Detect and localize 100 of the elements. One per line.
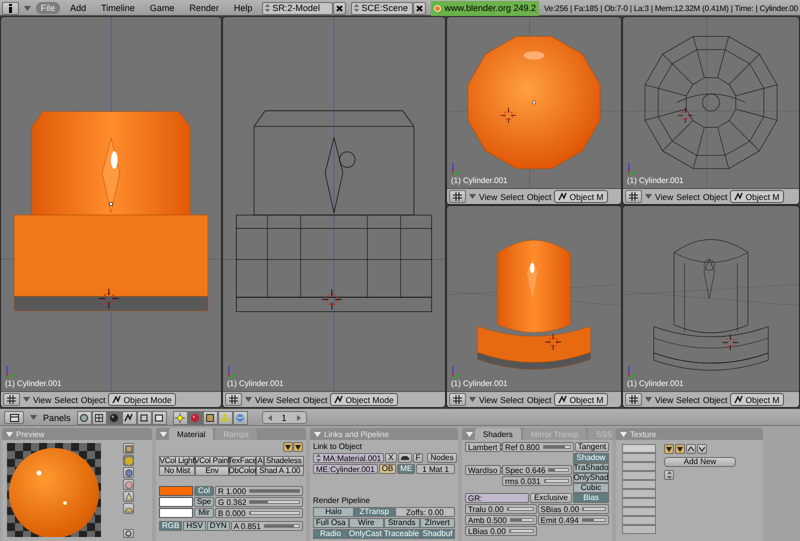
lamp-drawing[interactable] xyxy=(477,240,591,370)
context-tab[interactable] xyxy=(76,410,92,424)
preview-shape-button[interactable] xyxy=(123,491,134,502)
menu-item[interactable]: Add xyxy=(65,2,92,14)
collapse-icon[interactable] xyxy=(466,432,473,436)
material-option-button[interactable]: Env xyxy=(195,466,229,476)
preview-shape-button[interactable] xyxy=(123,443,134,454)
material-option-button[interactable]: Shadeless xyxy=(264,456,304,466)
color-mode-tab[interactable]: RGB xyxy=(159,521,182,531)
specular-dropdown[interactable]: WardIso xyxy=(465,465,501,475)
menu-item[interactable]: View xyxy=(255,394,274,404)
material-option-button[interactable]: TexFace xyxy=(229,456,256,466)
shader-slider[interactable]: LBias 0.00 xyxy=(465,526,536,536)
delete-button[interactable] xyxy=(413,2,426,14)
collapse-icon[interactable] xyxy=(160,432,167,436)
diffuse-dropdown[interactable]: Lambert xyxy=(465,442,501,452)
color-channel-button[interactable]: Mir xyxy=(194,508,214,518)
editor-type-button[interactable] xyxy=(4,411,24,424)
menu-item[interactable]: Select xyxy=(500,192,524,202)
arrow-button[interactable] xyxy=(283,442,293,452)
context-tab[interactable] xyxy=(122,410,137,424)
nodes-button[interactable]: Nodes xyxy=(427,453,457,463)
color-mode-tab[interactable]: HSV xyxy=(183,521,206,531)
mode-dropdown[interactable]: Object M xyxy=(730,393,784,406)
panels-menu[interactable]: Panels xyxy=(43,412,71,422)
menu-item[interactable]: View xyxy=(479,394,498,404)
material-option-button[interactable]: VCol Light xyxy=(159,456,195,466)
panel-tab[interactable]: Material xyxy=(169,428,214,440)
pipeline-toggle[interactable]: Shadbuf xyxy=(420,529,455,539)
updown-button[interactable] xyxy=(664,470,674,480)
lamp-wireframe-drawing[interactable] xyxy=(654,239,768,370)
context-tab[interactable] xyxy=(152,410,167,424)
collapse-icon[interactable] xyxy=(314,432,321,436)
collapse-icon[interactable] xyxy=(6,432,13,436)
up-arrow-button[interactable] xyxy=(686,444,696,454)
editor-type-button[interactable] xyxy=(625,190,642,203)
sub-tab[interactable] xyxy=(202,410,218,424)
material-option-button[interactable]: A xyxy=(256,456,264,466)
pipeline-toggle[interactable]: Radio xyxy=(313,529,348,539)
alpha-slider[interactable]: A 0.851 xyxy=(230,521,303,531)
material-index-field[interactable]: 1 Mat 1 xyxy=(416,464,455,474)
editor-type-button[interactable] xyxy=(625,393,642,406)
preview-option-button[interactable] xyxy=(123,529,134,538)
material-option-button[interactable]: VCol Paint xyxy=(195,456,229,466)
pipeline-toggle[interactable]: ZTransp xyxy=(354,507,395,517)
menu-item[interactable]: Game xyxy=(144,2,180,14)
editor-type-button[interactable] xyxy=(449,393,466,406)
material-option-button[interactable]: Shad A 1.00 xyxy=(256,466,304,476)
lamp-drawing[interactable] xyxy=(14,111,208,311)
spec-slider[interactable]: Spec 0.646 xyxy=(502,465,572,475)
shadow-toggle[interactable]: Cubic xyxy=(573,483,609,493)
mode-dropdown[interactable]: Object M xyxy=(730,190,784,203)
arrow-button[interactable] xyxy=(675,444,685,454)
preview-shape-button[interactable] xyxy=(123,503,134,514)
pipeline-toggle[interactable]: Strands xyxy=(384,518,420,528)
delete-button[interactable] xyxy=(333,2,346,14)
panel-tab[interactable]: Shaders xyxy=(475,428,521,440)
link-button[interactable]: ME xyxy=(397,464,416,474)
mode-dropdown[interactable]: Object M xyxy=(554,393,608,406)
link-button[interactable]: OB xyxy=(378,464,396,474)
menu-item[interactable]: Render xyxy=(184,2,224,14)
color-slider[interactable]: R 1.000 xyxy=(215,486,303,496)
arrow-button[interactable] xyxy=(664,444,674,454)
frame-field[interactable]: 1 xyxy=(262,411,307,424)
scene-field[interactable]: SCE:Scene xyxy=(351,2,414,14)
menu-item[interactable]: Select xyxy=(54,394,78,404)
material-option-button[interactable]: No Mist xyxy=(159,466,195,476)
lamp-wireframe-drawing[interactable] xyxy=(236,110,432,312)
menu-item[interactable]: Timeline xyxy=(96,2,140,14)
lamp-wireframe-drawing[interactable] xyxy=(644,36,778,169)
fake-user-button[interactable]: F xyxy=(412,453,424,463)
tangent-button[interactable]: Tangent xyxy=(575,442,609,452)
group-field[interactable]: GR: xyxy=(465,493,529,503)
shadow-toggle[interactable]: Bias xyxy=(573,493,609,503)
menu-item[interactable]: Select xyxy=(676,192,700,202)
shadow-toggle[interactable]: OnlyShad xyxy=(573,473,609,483)
menu-item[interactable]: View xyxy=(479,192,498,202)
pipeline-toggle[interactable]: OnlyCast xyxy=(348,529,383,539)
shadow-toggle[interactable]: TraShado xyxy=(573,463,609,473)
editor-type-button[interactable] xyxy=(2,2,19,14)
number-field[interactable]: Zoffs: 0.00 xyxy=(394,507,456,517)
material-option-button[interactable]: ObColor xyxy=(229,466,256,476)
delete-button[interactable]: X xyxy=(385,453,397,463)
editor-type-button[interactable] xyxy=(225,393,242,406)
color-swatch[interactable] xyxy=(159,486,193,496)
material-field[interactable]: MA:Material.001 xyxy=(313,453,384,463)
editor-type-button[interactable] xyxy=(449,190,466,203)
menu-item[interactable]: View xyxy=(655,192,674,202)
color-slider[interactable]: B 0.000 xyxy=(215,508,303,518)
menu-item[interactable]: Object xyxy=(526,192,552,202)
ref-slider[interactable]: Ref 0.800 xyxy=(502,442,574,452)
color-channel-button[interactable]: Spe xyxy=(194,497,214,507)
mode-dropdown[interactable]: Object M xyxy=(554,190,608,203)
context-tab[interactable] xyxy=(136,410,152,424)
pipeline-toggle[interactable]: Traceable xyxy=(382,529,420,539)
color-channel-button[interactable]: Col xyxy=(194,486,214,496)
color-mode-tab[interactable]: DYN xyxy=(206,521,230,531)
collapse-icon[interactable] xyxy=(645,194,652,199)
mode-dropdown[interactable]: Object Mode xyxy=(330,393,398,406)
menu-item[interactable]: Select xyxy=(676,394,700,404)
